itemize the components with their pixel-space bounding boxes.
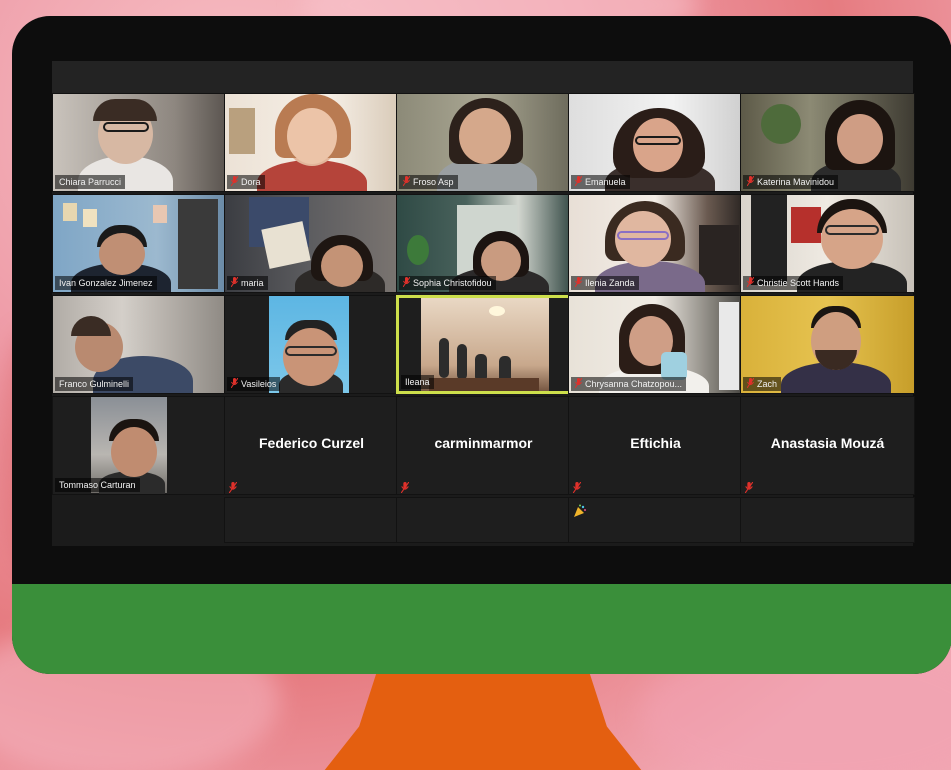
participant-tile-empty (396, 497, 571, 543)
mic-muted-icon (747, 378, 754, 388)
participant-name: Ileana (401, 375, 434, 389)
mic-muted-icon (747, 277, 754, 287)
mic-muted-icon (231, 176, 238, 186)
participant-tile-no-video[interactable]: Anastasia Mouzá (740, 396, 915, 495)
call-top-bar (52, 61, 913, 93)
participant-display-name: Eftichia (630, 435, 681, 451)
poster-background: Chiara Parrucci Dora Froso Asp Emanuela … (0, 0, 951, 770)
monitor-chin (12, 584, 951, 674)
participant-tile[interactable]: Franco Gulminelli (52, 295, 227, 394)
participant-name: Sophia Christofidou (399, 276, 496, 290)
mic-muted-icon (231, 277, 238, 287)
mic-muted-icon (403, 277, 410, 287)
participant-name: Chrysanna Chatzopou... (571, 377, 687, 391)
participant-gallery: Chiara Parrucci Dora Froso Asp Emanuela … (52, 93, 915, 546)
participant-tile-empty (224, 497, 399, 543)
mic-muted-icon (403, 176, 410, 186)
participant-name: Christie Scott Hands (743, 276, 844, 290)
participant-tile[interactable]: Chiara Parrucci (52, 93, 227, 192)
participant-name: Emanuela (571, 175, 630, 189)
participant-name: Katerina Mavinidou (743, 175, 839, 189)
participant-name: Franco Gulminelli (55, 377, 134, 391)
participant-tile[interactable]: Tommaso Carturan (52, 396, 227, 495)
monitor-stand (320, 666, 646, 770)
participant-tile-no-video[interactable]: carminmarmor (396, 396, 571, 495)
participant-tile[interactable]: Sophia Christofidou (396, 194, 571, 293)
participant-tile[interactable]: Ilenia Zanda (568, 194, 743, 293)
monitor-frame: Chiara Parrucci Dora Froso Asp Emanuela … (12, 16, 951, 674)
participant-tile-active-speaker[interactable]: Ileana (396, 295, 571, 394)
mic-muted-icon (231, 378, 238, 388)
participant-name: maria (227, 276, 268, 290)
participant-tile-no-video[interactable]: Eftichia (568, 396, 743, 495)
mic-muted-icon (572, 480, 582, 494)
participant-name: Zach (743, 377, 782, 391)
mic-muted-icon (747, 176, 754, 186)
mic-muted-icon (744, 480, 754, 494)
mic-muted-icon (575, 277, 582, 287)
participant-name: Vasileios (227, 377, 281, 391)
participant-name: Ilenia Zanda (571, 276, 639, 290)
participant-tile[interactable]: Chrysanna Chatzopou... (568, 295, 743, 394)
participant-tile[interactable]: Dora (224, 93, 399, 192)
participant-name: Dora (227, 175, 265, 189)
participant-tile-no-video[interactable]: Federico Curzel (224, 396, 399, 495)
participant-display-name: carminmarmor (434, 435, 533, 451)
mic-muted-icon (400, 480, 410, 494)
mic-muted-icon (575, 378, 582, 388)
video-call-screen: Chiara Parrucci Dora Froso Asp Emanuela … (52, 61, 915, 546)
participant-tile-empty (568, 497, 743, 543)
participant-tile[interactable]: Ivan Gonzalez Jimenez (52, 194, 227, 293)
mic-muted-icon (575, 176, 582, 186)
participant-tile[interactable]: maria (224, 194, 399, 293)
participant-tile[interactable]: Vasileios (224, 295, 399, 394)
participant-tile[interactable]: Christie Scott Hands (740, 194, 915, 293)
participant-name: Chiara Parrucci (55, 175, 126, 189)
participant-tile[interactable]: Zach (740, 295, 915, 394)
participant-name: Ivan Gonzalez Jimenez (55, 276, 157, 290)
participant-tile[interactable]: Emanuela (568, 93, 743, 192)
party-popper-icon (573, 504, 587, 521)
participant-display-name: Anastasia Mouzá (770, 435, 885, 451)
participant-tile[interactable]: Froso Asp (396, 93, 571, 192)
participant-tile[interactable]: Katerina Mavinidou (740, 93, 915, 192)
participant-display-name: Federico Curzel (258, 435, 365, 451)
participant-name: Froso Asp (399, 175, 458, 189)
participant-tile-empty (740, 497, 915, 543)
participant-name: Tommaso Carturan (55, 478, 140, 492)
mic-muted-icon (228, 480, 238, 494)
